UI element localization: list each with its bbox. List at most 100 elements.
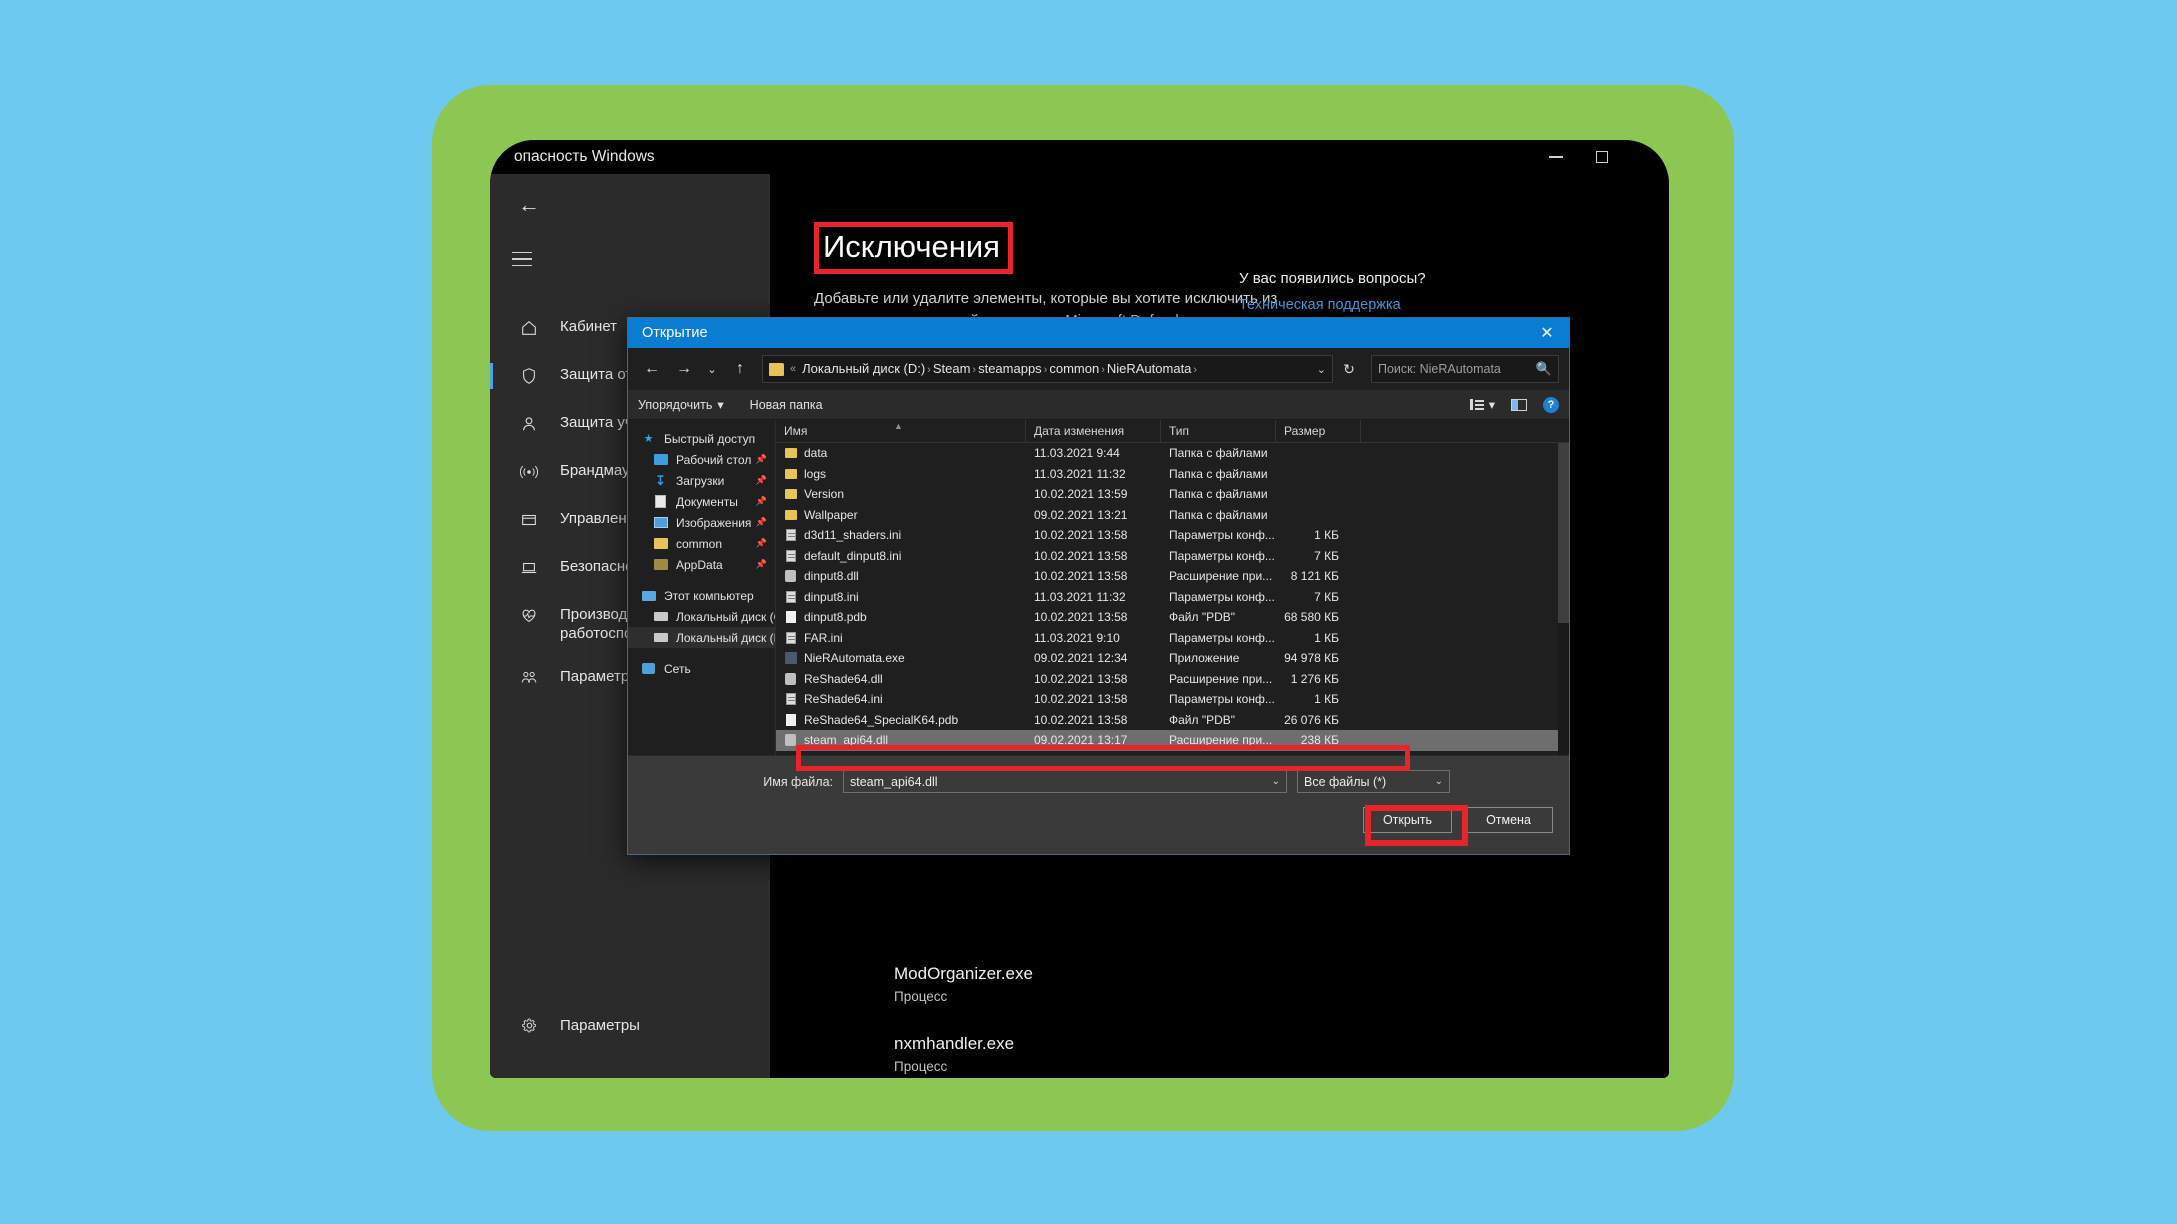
file-row[interactable]: steam_api64.dll 09.02.2021 13:17 Расширени…	[776, 730, 1569, 751]
search-input[interactable]: Поиск: NieRAutomata 🔍	[1371, 355, 1559, 383]
file-type: Расширение при...	[1169, 733, 1273, 748]
organize-button[interactable]: Упорядочить ▾	[638, 397, 724, 413]
help-icon[interactable]: ?	[1543, 396, 1559, 413]
star-icon: ★	[643, 433, 654, 445]
breadcrumb-overflow[interactable]: «	[788, 363, 798, 375]
file-name: Version	[804, 487, 845, 502]
file-row[interactable]: FAR.ini 11.03.2021 9:10 Параметры конф... 1…	[776, 628, 1569, 649]
window-icon	[514, 505, 544, 535]
file-row[interactable]: d3d11_shaders.ini 10.02.2021 13:58 Парамет…	[776, 525, 1569, 546]
download-icon: ↧	[655, 473, 666, 488]
file-row[interactable]: dinput8.ini 11.03.2021 11:32 Параметры кон…	[776, 587, 1569, 608]
file-size: 1 КБ	[1314, 630, 1339, 645]
file-date: 10.02.2021 13:58	[1034, 712, 1128, 727]
file-size: 7 КБ	[1314, 589, 1339, 604]
file-name-cell: logs	[776, 467, 1026, 481]
breadcrumb-part[interactable]: steamapps	[978, 361, 1042, 376]
file-row[interactable]: ReShade64.dll 10.02.2021 13:58 Расширение …	[776, 669, 1569, 690]
file-list-scrollbar[interactable]	[1558, 443, 1569, 757]
file-name: dinput8.ini	[804, 589, 859, 604]
place-label: Этот компьютер	[664, 588, 754, 603]
place-item[interactable]: ★ Быстрый доступ	[628, 428, 775, 449]
file-date: 09.02.2021 13:17	[1034, 733, 1128, 748]
exclusion-item[interactable]: nxmhandler.exe Процесс	[894, 1034, 1414, 1074]
nav-up-button[interactable]: ↑	[726, 355, 754, 383]
file-row[interactable]: dinput8.dll 10.02.2021 13:58 Расширение пр…	[776, 566, 1569, 587]
folder-icon	[784, 467, 797, 480]
column-header-name[interactable]: Имя ▲	[776, 420, 1026, 442]
nav-back-button[interactable]: ←	[638, 355, 666, 383]
file-row[interactable]: Version 10.02.2021 13:59 Папка с файлами	[776, 484, 1569, 505]
new-folder-button[interactable]: Новая папка	[750, 398, 823, 412]
chevron-down-icon[interactable]: ⌄	[1435, 776, 1443, 787]
column-header-date[interactable]: Дата изменения	[1026, 420, 1161, 442]
chevron-down-icon[interactable]: ⌄	[1309, 363, 1326, 376]
back-button[interactable]: ←	[512, 188, 546, 222]
breadcrumb-part[interactable]: common	[1049, 361, 1099, 376]
place-item[interactable]: ↧ Загрузки 📌	[628, 470, 775, 491]
file-row[interactable]: data 11.03.2021 9:44 Папка с файлами	[776, 443, 1569, 464]
place-item[interactable]: common 📌	[628, 533, 775, 554]
breadcrumb-part[interactable]: Локальный диск (D:)	[802, 361, 925, 376]
column-header-size[interactable]: Размер	[1276, 420, 1361, 442]
breadcrumb-separator: ›	[1193, 364, 1198, 376]
toolbar-right-group: ▾ ?	[1469, 396, 1559, 413]
file-row[interactable]: logs 11.03.2021 11:32 Папка с файлами	[776, 464, 1569, 485]
exclusion-kind: Процесс	[894, 989, 948, 1004]
folder-icon	[784, 447, 797, 460]
minimize-button[interactable]	[1533, 140, 1579, 174]
file-name: d3d11_shaders.ini	[804, 528, 902, 543]
maximize-button[interactable]	[1579, 140, 1625, 174]
place-item[interactable]: Сеть	[628, 658, 775, 679]
file-type: Файл "PDB"	[1169, 712, 1236, 727]
file-name: FAR.ini	[804, 630, 843, 645]
dll-icon	[784, 672, 797, 685]
file-row[interactable]: ReShade64_SpecialK64.pdb 10.02.2021 13:58…	[776, 710, 1569, 731]
pdb-icon	[784, 611, 797, 624]
folder-icon	[784, 488, 797, 501]
nav-forward-button[interactable]: →	[670, 355, 698, 383]
scrollbar-thumb[interactable]	[1558, 443, 1569, 623]
place-item[interactable]: Локальный диск (C	[628, 606, 775, 627]
sidebar-item-settings[interactable]: Параметры	[490, 1010, 640, 1040]
breadcrumb-part[interactable]: NieRAutomata	[1107, 361, 1192, 376]
nav-recent-locations-button[interactable]: ⌄	[702, 355, 722, 383]
view-list-icon	[1469, 399, 1484, 410]
file-row[interactable]: Wallpaper 09.02.2021 13:21 Папка с файлами	[776, 505, 1569, 526]
technical-support-link[interactable]: Техническая поддержка	[1239, 297, 1499, 313]
place-item[interactable]: Документы 📌	[628, 491, 775, 512]
close-icon[interactable]: ✕	[1525, 318, 1569, 348]
file-name-cell: dinput8.dll	[776, 569, 1026, 583]
file-row[interactable]: NieRAutomata.exe 09.02.2021 12:34 Приложен…	[776, 648, 1569, 669]
file-name-cell: dinput8.pdb	[776, 610, 1026, 624]
place-item[interactable]: AppData 📌	[628, 554, 775, 575]
file-type: Параметры конф...	[1169, 528, 1275, 543]
file-row[interactable]: default_dinput8.ini 10.02.2021 13:58 Парам…	[776, 546, 1569, 567]
file-name-cell: default_dinput8.ini	[776, 549, 1026, 563]
help-panel: У вас появились вопросы? Техническая под…	[1239, 270, 1499, 313]
exclusion-item[interactable]: ModOrganizer.exe Процесс	[894, 964, 1414, 1004]
hamburger-menu-button[interactable]	[512, 242, 546, 276]
pin-icon: 📌	[755, 538, 767, 548]
chevron-down-icon[interactable]: ⌄	[1272, 776, 1280, 787]
address-bar[interactable]: « Локальный диск (D:) › Steam › steamapps › co…	[762, 355, 1333, 383]
file-type: Параметры конф...	[1169, 548, 1275, 563]
preview-pane-icon[interactable]	[1511, 398, 1527, 411]
refresh-button[interactable]: ↻	[1337, 361, 1361, 378]
column-header-name-label: Имя	[784, 424, 808, 438]
change-view-button[interactable]: ▾	[1469, 397, 1495, 412]
place-item[interactable]: Локальный диск (D	[628, 627, 775, 648]
file-row[interactable]: ReShade64.ini 10.02.2021 13:58 Параметры к…	[776, 689, 1569, 710]
filename-input[interactable]: steam_api64.dll ⌄	[843, 770, 1287, 793]
file-row[interactable]: dinput8.pdb 10.02.2021 13:58 Файл "PDB" 68 …	[776, 607, 1569, 628]
breadcrumb-part[interactable]: Steam	[933, 361, 971, 376]
column-header-type[interactable]: Тип	[1161, 420, 1276, 442]
cancel-button[interactable]: Отмена	[1464, 807, 1553, 833]
sidebar-item-label: Кабинет	[560, 318, 618, 335]
filetype-select[interactable]: Все файлы (*) ⌄	[1297, 770, 1450, 793]
place-item[interactable]: Этот компьютер	[628, 585, 775, 606]
place-item[interactable]: Рабочий стол 📌	[628, 449, 775, 470]
file-size: 1 КБ	[1314, 528, 1339, 543]
picture-icon	[652, 515, 669, 530]
place-item[interactable]: Изображения 📌	[628, 512, 775, 533]
